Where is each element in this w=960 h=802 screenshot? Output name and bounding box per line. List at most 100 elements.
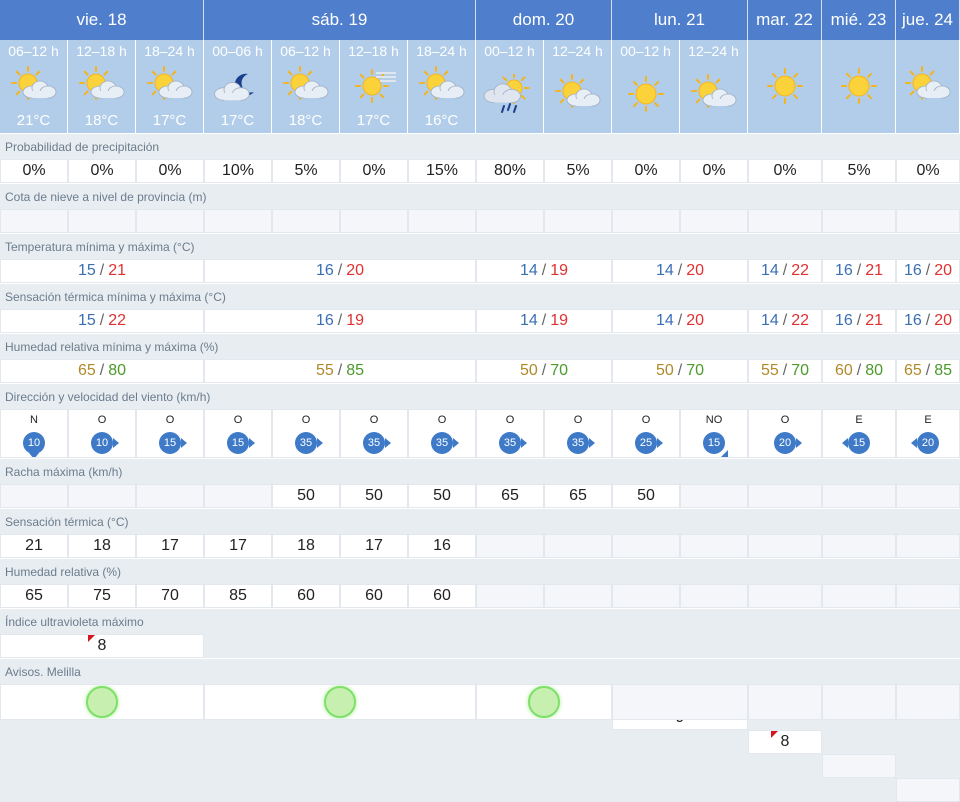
wind-arrow-icon: 15 [842,432,870,454]
warning-cell [476,684,612,720]
period-cell: 18–24 h 16°C [408,40,476,133]
gust-value: 50 [340,484,408,508]
humidity-value: 75 [68,584,136,608]
snow-level-value [544,209,612,233]
day-header[interactable]: mar. 22 [748,0,822,40]
wind-cell: O 15 [136,409,204,458]
feels-like-value: 18 [68,534,136,558]
wind-direction-pointer [842,438,848,448]
range-separator: / [677,312,683,329]
warning-status-light-icon[interactable] [324,686,356,718]
warning-cell [204,684,476,720]
range-min: 55 [315,362,334,379]
range-separator: / [99,362,105,379]
humidity-value: 60 [340,584,408,608]
day-header[interactable]: jue. 24 [896,0,960,40]
period-temperature: 16°C [424,112,459,129]
wind-arrow-icon: 35 [499,432,527,454]
forecast-table: vie. 18 sáb. 19 dom. 20 lun. 21 mar. 22 mié. … [0,0,960,802]
period-label: 18–24 h [416,43,467,59]
range-max: 19 [550,312,569,329]
feels-like-range: 14/20 [612,309,748,333]
wind-direction: O [641,414,651,426]
wind-direction: NO [705,414,723,426]
temperature-range: 16/20 [204,259,476,283]
warning-cell [0,684,204,720]
period-temperature: 21°C [16,112,51,129]
wind-direction: O [437,414,447,426]
range-min: 15 [77,312,96,329]
feels-like-range: 16/19 [204,309,476,333]
wind-arrow-icon: 35 [295,432,323,454]
feels-like-range: 16/21 [822,309,896,333]
uv-cell [896,778,960,802]
uv-value: 8 [780,733,790,750]
wind-speed: 35 [299,437,313,449]
uv-value: 8 [97,637,107,654]
range-max: 20 [934,262,953,279]
wind-direction-pointer [589,438,595,448]
wind-direction: O [369,414,379,426]
humidity-range-label: Humedad relativa mínima y máxima (%) [0,333,960,359]
feels-like-value: 16 [408,534,476,558]
range-separator: / [337,312,343,329]
gust-value [680,484,748,508]
snow-level-value [822,209,896,233]
wind-cell: O 20 [748,409,822,458]
gust-value: 50 [272,484,340,508]
gust-value [0,484,68,508]
precipitation-label: Probabilidad de precipitación [0,133,960,159]
wind-direction-pointer [385,438,391,448]
sun-cloud-icon [900,66,956,106]
wind-speed: 35 [367,437,381,449]
precipitation-value: 15% [408,159,476,183]
range-min: 16 [834,262,853,279]
wind-direction: O [97,414,107,426]
range-min: 65 [77,362,96,379]
period-label: 00–06 h [212,43,263,59]
feels-like-value [822,534,896,558]
day-header[interactable]: sáb. 19 [204,0,476,40]
period-cell: 12–24 h [680,40,748,133]
wind-arrow-icon: 35 [567,432,595,454]
precipitation-value: 10% [204,159,272,183]
wind-cell: O 35 [272,409,340,458]
range-separator: / [856,362,862,379]
warning-status-light-icon[interactable] [86,686,118,718]
day-header[interactable]: lun. 21 [612,0,748,40]
temperature-range: 16/20 [896,259,960,283]
feels-like-range: 14/22 [748,309,822,333]
uv-cell: 8 [0,634,204,658]
day-header[interactable]: dom. 20 [476,0,612,40]
range-max: 85 [934,362,953,379]
wind-direction-pointer [911,438,917,448]
wind-speed: 15 [163,437,177,449]
sun-icon [618,74,674,114]
range-min: 16 [315,312,334,329]
gust-value [896,484,960,508]
wind-arrow-icon: 10 [91,432,119,454]
period-label: 06–12 h [8,43,59,59]
warning-cell [896,684,960,720]
snow-level-value [272,209,340,233]
range-min: 16 [903,262,922,279]
temperature-range: 16/21 [822,259,896,283]
warning-status-light-icon[interactable] [528,686,560,718]
range-separator: / [677,262,683,279]
range-separator: / [782,262,788,279]
wind-direction-pointer [721,450,728,457]
snow-level-value [680,209,748,233]
precipitation-value: 0% [896,159,960,183]
wind-arrow-icon: 35 [363,432,391,454]
humidity-value [822,584,896,608]
precipitation-value: 0% [340,159,408,183]
humidity-value: 60 [272,584,340,608]
snow-level-value [476,209,544,233]
sun-cloud-rain-icon [482,74,538,114]
wind-cell: O 35 [340,409,408,458]
day-header[interactable]: vie. 18 [0,0,204,40]
period-label: 12–18 h [348,43,399,59]
range-min: 14 [655,312,674,329]
precipitation-value: 0% [136,159,204,183]
day-header[interactable]: mié. 23 [822,0,896,40]
